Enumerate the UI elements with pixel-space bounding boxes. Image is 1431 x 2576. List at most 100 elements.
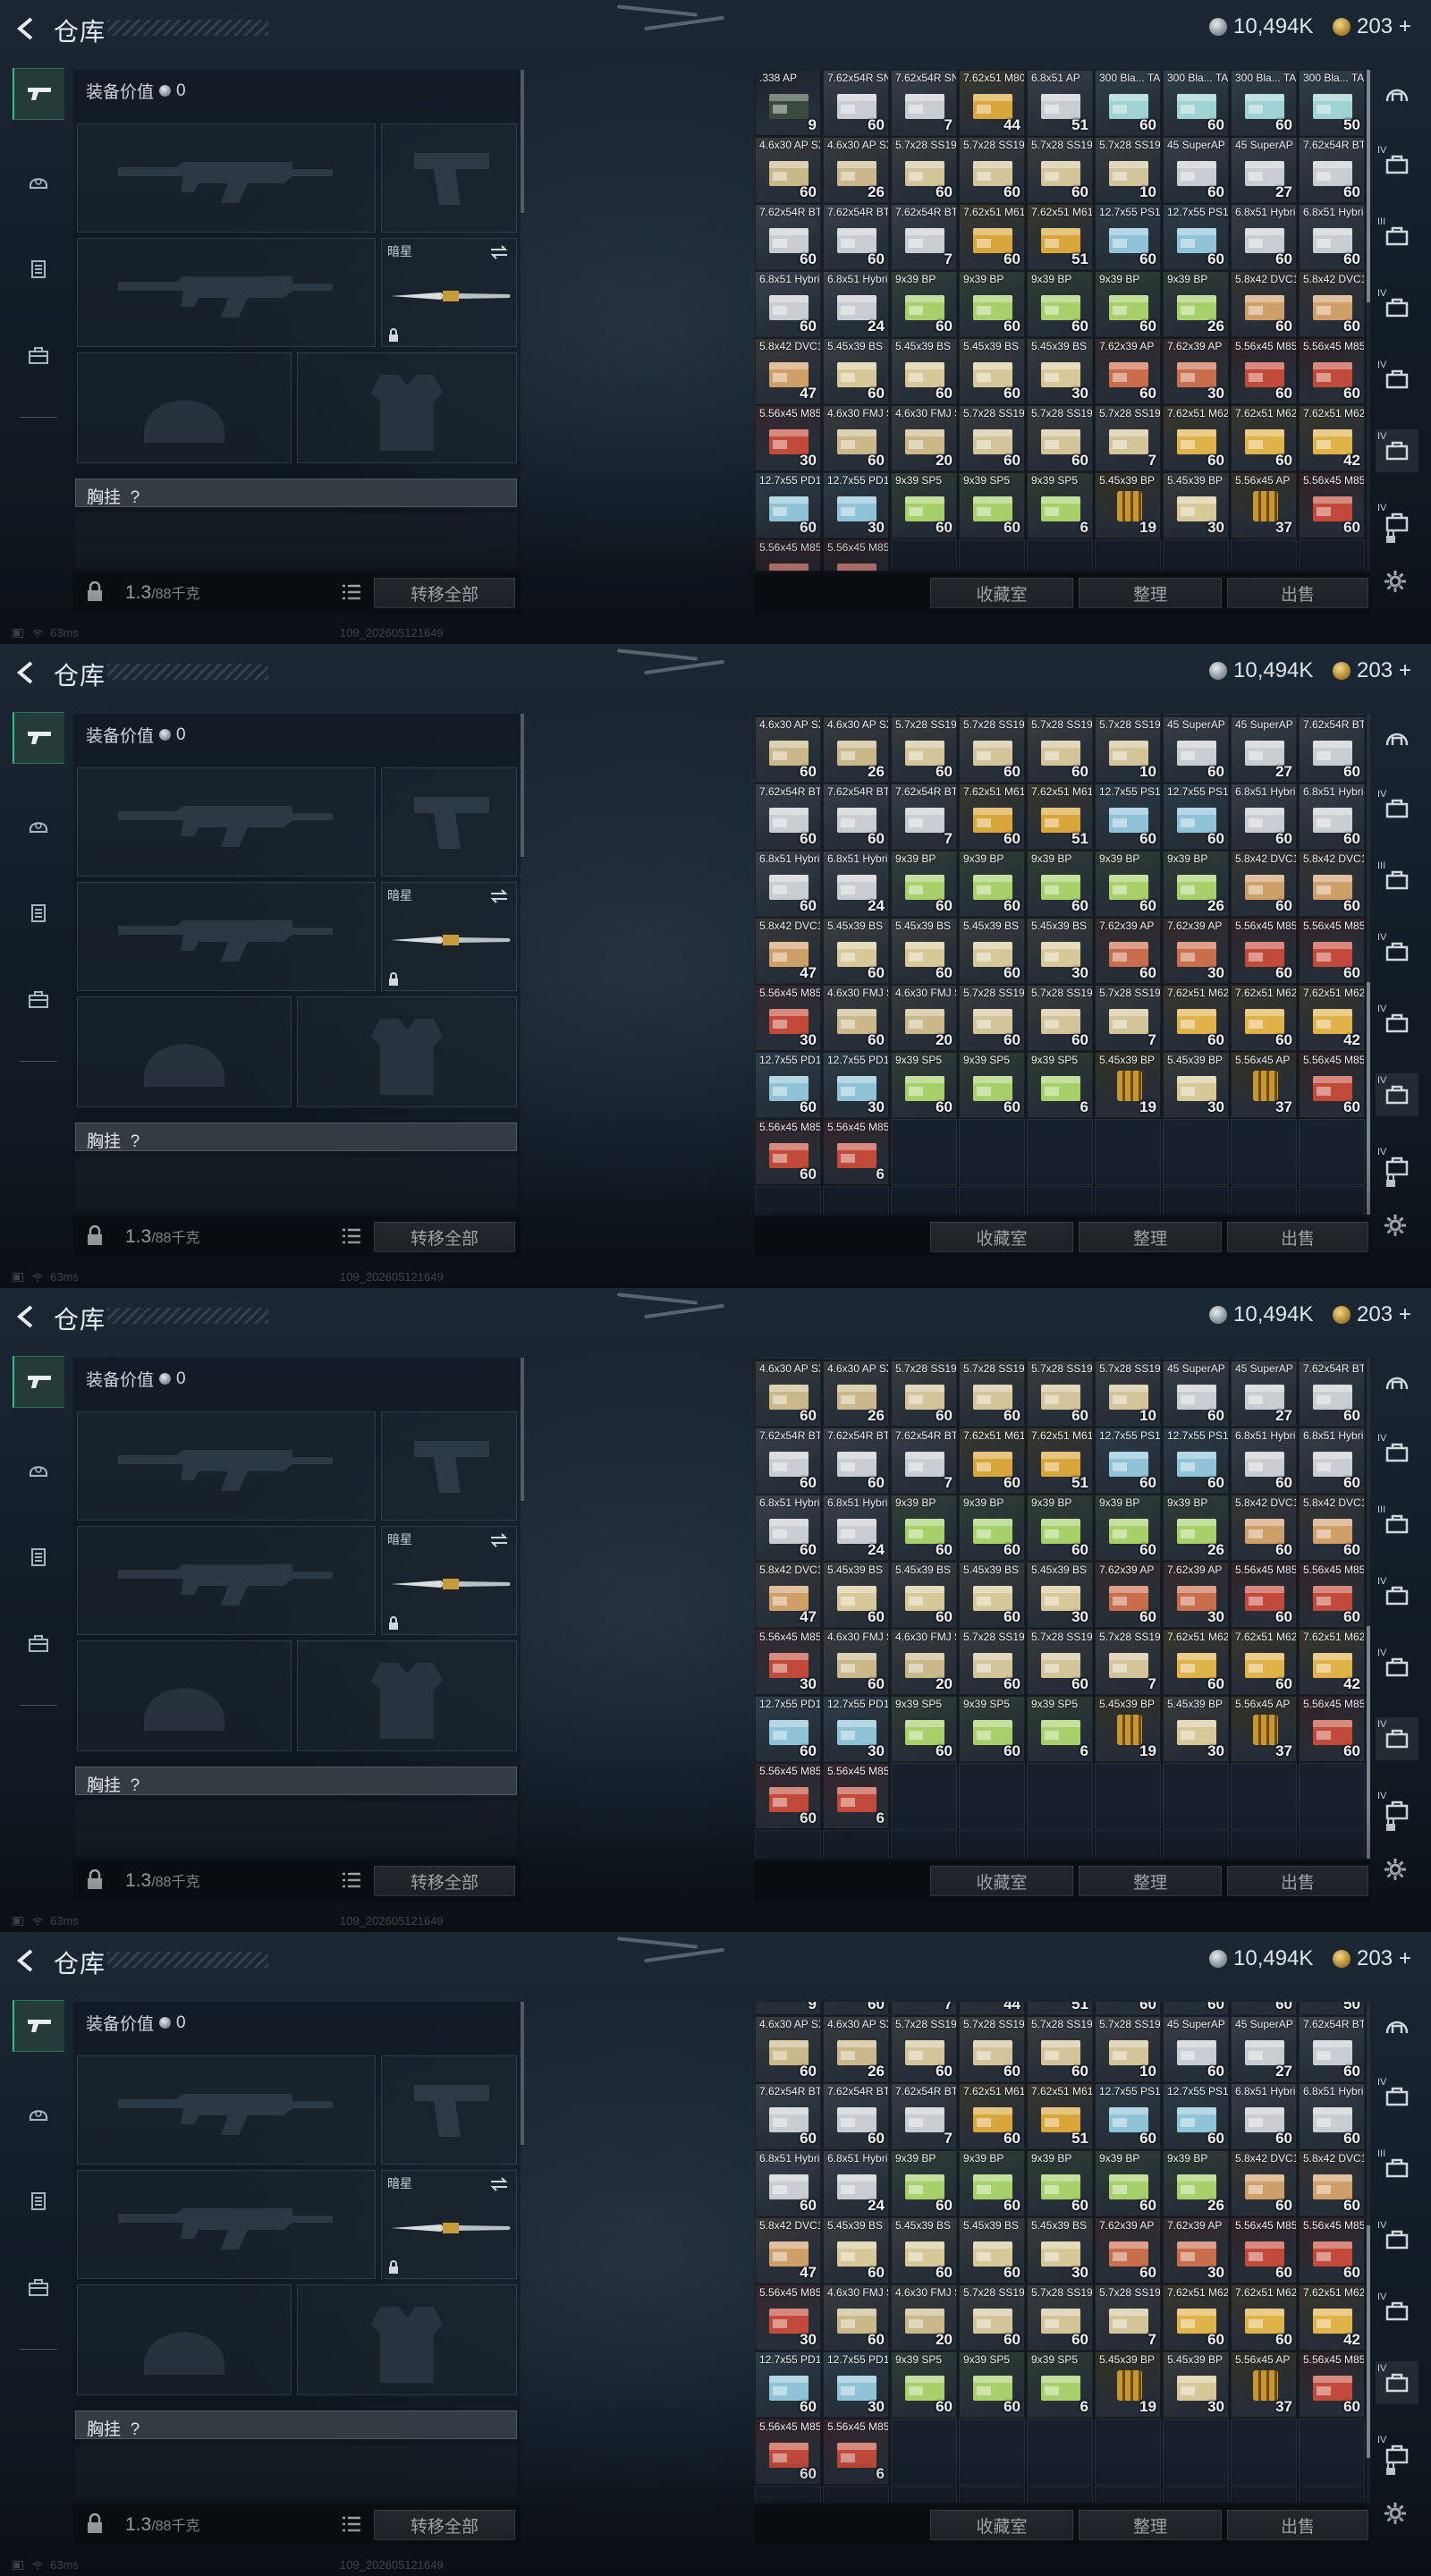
organize-button[interactable]: 整理 — [1079, 2510, 1222, 2540]
ammo-item[interactable]: 5.56x45 M855 30 — [755, 2284, 821, 2351]
ammo-item[interactable]: 9x39 SP5 60 — [959, 2351, 1025, 2418]
empty-slot[interactable] — [1095, 2486, 1161, 2503]
empty-slot[interactable] — [1027, 1119, 1093, 1185]
ammo-item[interactable]: 4.6x30 AP SX 26 — [823, 716, 889, 783]
ammo-item[interactable]: 5.45x39 BS 60 — [823, 918, 889, 984]
ammo-item[interactable]: 5.8x42 DVC12 60 — [1231, 851, 1297, 917]
ammo-item[interactable]: 5.7x28 SS190 60 — [959, 137, 1025, 203]
ammo-item[interactable]: 7.62x39 AP 30 — [1163, 338, 1229, 404]
tab-backpack[interactable] — [13, 329, 64, 381]
chest-rig-bar[interactable]: 胸挂 ? — [75, 1123, 517, 1151]
ammo-item[interactable]: 5.8x42 DVC12 60 — [1231, 1495, 1297, 1561]
ammo-item[interactable]: 7.62x51 M61 60 — [959, 784, 1025, 850]
empty-slot[interactable] — [1231, 2419, 1297, 2485]
ammo-item[interactable]: 5.7x28 SS190 60 — [891, 716, 957, 783]
transfer-all-button[interactable]: 转移全部 — [374, 578, 515, 608]
ammo-item[interactable]: 45 SuperAP 27 — [1231, 137, 1297, 203]
inventory-scroll-thumb[interactable] — [1367, 2225, 1370, 2458]
empty-slot[interactable] — [891, 539, 957, 571]
ammo-item[interactable]: 5.7x28 SS190 60 — [1027, 716, 1093, 783]
ammo-item[interactable]: 5.7x28 SS193 7 — [1095, 1629, 1161, 1695]
ammo-item[interactable]: 12.7x55 PS12B 60 — [1163, 784, 1229, 850]
ammo-item[interactable]: 5.56x45 M855 30 — [755, 985, 821, 1051]
ammo-item[interactable]: 7.62x51 M62 42 — [1299, 985, 1365, 1051]
ammo-item[interactable]: 6.8x51 Hybrid 24 — [823, 851, 889, 917]
rail-container-5[interactable]: IV — [1376, 2361, 1418, 2404]
list-icon[interactable] — [342, 583, 361, 601]
gold-currency[interactable]: 203 + — [1333, 14, 1411, 39]
ammo-item[interactable]: 5.7x28 SS193 7 — [1095, 2284, 1161, 2351]
ammo-item[interactable]: 5.56x45 M855 60 — [1231, 2217, 1297, 2284]
tab-armor[interactable] — [13, 2175, 64, 2227]
tab-weapons[interactable] — [13, 1356, 64, 1408]
ammo-item[interactable]: 5.56x45 M855 60 — [1231, 338, 1297, 404]
ammo-item[interactable]: 6.8x51 Hybrid 60 — [1299, 1428, 1365, 1494]
ammo-item[interactable]: 7.62x54R BT 60 — [755, 784, 821, 850]
ammo-item[interactable]: 5.8x42 DVC12 60 — [1299, 851, 1365, 917]
ammo-item[interactable]: 5.45x39 BP 19 — [1095, 1052, 1161, 1118]
rail-container-5[interactable]: IV — [1376, 1073, 1418, 1116]
ammo-item[interactable]: 45 SuperAP 60 — [1163, 2016, 1229, 2082]
ammo-item[interactable]: 5.45x39 BS 60 — [823, 338, 889, 404]
rail-container-4[interactable]: IV — [1376, 358, 1418, 401]
ammo-item[interactable]: 4.6x30 AP SX 60 — [755, 137, 821, 203]
ammo-item[interactable]: 9x39 SP5 6 — [1027, 1696, 1093, 1762]
ammo-item[interactable]: 4.6x30 FMJ SX 60 — [823, 1629, 889, 1695]
ammo-item[interactable]: 5.45x39 BS 60 — [823, 1562, 889, 1628]
ammo-item[interactable]: 5.56x45 AP 37 — [1231, 1696, 1297, 1762]
ammo-item[interactable]: 5.45x39 BS 30 — [1027, 338, 1093, 404]
tab-weapons[interactable] — [13, 68, 64, 120]
ammo-item[interactable]: 5.56x45 AP 37 — [1231, 2351, 1297, 2418]
silver-currency[interactable]: 10,494K — [1209, 1302, 1313, 1327]
ammo-item[interactable]: 5.7x28 SS193 7 — [1095, 405, 1161, 471]
ammo-item[interactable]: 5.56x45 M855A1 60 — [755, 1763, 821, 1829]
empty-slot[interactable] — [959, 2486, 1025, 2503]
empty-slot[interactable] — [1299, 2419, 1365, 2485]
empty-slot[interactable] — [1027, 2486, 1093, 2503]
ammo-item[interactable]: 5.7x28 SS190 60 — [1027, 137, 1093, 203]
ammo-item[interactable]: 300 Bla... TAC-TX50 — [1299, 1358, 1365, 1360]
empty-slot[interactable] — [1231, 1186, 1297, 1215]
ammo-item[interactable]: 7.62x54R BT 60 — [1299, 2016, 1365, 2082]
ammo-item[interactable]: 5.56x45 M855 60 — [1299, 338, 1365, 404]
rail-container-6[interactable]: IV — [1376, 2433, 1418, 2476]
ammo-item[interactable]: 7.62x54R BT 60 — [755, 204, 821, 270]
ammo-item[interactable]: 7.62x54R SNB60 — [823, 714, 889, 716]
ammo-item[interactable]: 6.8x51 Hybrid 24 — [823, 271, 889, 337]
ammo-item[interactable]: 300 Bla... TAC-TX60 — [1231, 1358, 1297, 1360]
empty-slot[interactable] — [1163, 1830, 1229, 1859]
ammo-item[interactable]: 5.56x45 AP 37 — [1231, 472, 1297, 538]
primary-weapon-slot[interactable] — [77, 1411, 376, 1521]
ammo-item[interactable]: 7.62x51 M61 51 — [1027, 204, 1093, 270]
ammo-item[interactable]: 7.62x51 M61 60 — [959, 2083, 1025, 2149]
ammo-item[interactable]: 6.8x51 Hybrid 60 — [755, 271, 821, 337]
ammo-item[interactable]: 6.8x51 AP51 — [1027, 1358, 1093, 1360]
rail-helmet-container[interactable] — [1376, 716, 1418, 758]
empty-slot[interactable] — [1027, 1186, 1093, 1215]
rail-container-3[interactable]: IV — [1376, 930, 1418, 973]
empty-slot[interactable] — [1095, 1830, 1161, 1859]
ammo-item[interactable]: 12.7x55 PS12B 60 — [1095, 2083, 1161, 2149]
tab-weapons[interactable] — [13, 2000, 64, 2052]
empty-slot[interactable] — [891, 1763, 957, 1829]
sell-button[interactable]: 出售 — [1227, 1866, 1368, 1896]
ammo-item[interactable]: 9x39 BP 60 — [959, 271, 1025, 337]
rail-container-2[interactable]: III — [1376, 859, 1418, 902]
helmet-slot[interactable] — [77, 996, 292, 1107]
empty-slot[interactable] — [1163, 1186, 1229, 1215]
ammo-item[interactable]: 5.7x28 SS193 60 — [1027, 2284, 1093, 2351]
ammo-item[interactable]: 5.56x45 M855A1 60 — [1299, 1696, 1365, 1762]
tab-helmet[interactable] — [13, 800, 64, 852]
ammo-item[interactable]: 6.8x51 Hybrid 60 — [755, 851, 821, 917]
ammo-item[interactable]: 9x39 SP5 60 — [959, 472, 1025, 538]
rail-container-2[interactable]: III — [1376, 2147, 1418, 2190]
ammo-item[interactable]: 12.7x55 PD12C 30 — [823, 1696, 889, 1762]
ammo-item[interactable]: 7.62x54R BT 60 — [755, 1428, 821, 1494]
sell-button[interactable]: 出售 — [1227, 578, 1368, 608]
ammo-item[interactable]: 5.7x28 SS193 60 — [1027, 405, 1093, 471]
ammo-item[interactable]: 300 Bla... TAC-TX60 — [1163, 1358, 1229, 1360]
rail-container-1[interactable]: IV — [1376, 1431, 1418, 1474]
settings-button[interactable] — [1377, 2496, 1413, 2531]
ammo-item[interactable]: 300 Bla... TAC-TX60 — [1163, 2002, 1229, 2015]
ammo-item[interactable]: 7.62x54R SNB7 — [891, 714, 957, 716]
